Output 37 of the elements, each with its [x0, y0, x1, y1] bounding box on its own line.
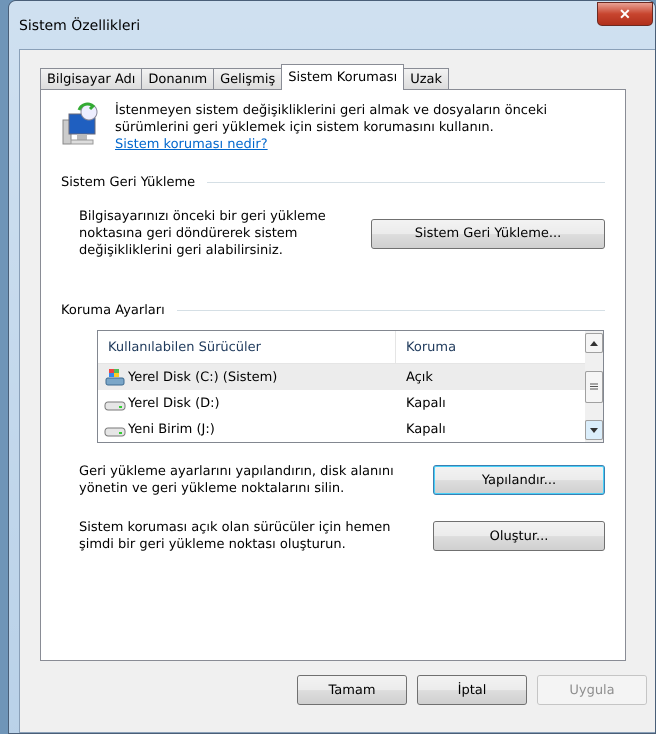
protection-status: Açık — [406, 370, 433, 384]
scroll-down-icon[interactable] — [590, 428, 598, 432]
help-link[interactable]: Sistem koruması nedir? — [115, 137, 268, 152]
protection-status: Kapalı — [406, 396, 446, 410]
section-title: Sistem Geri Yükleme — [61, 175, 196, 190]
column-header[interactable]: Koruma — [396, 331, 584, 363]
tab[interactable]: Uzak — [403, 68, 450, 90]
tab[interactable]: Gelişmiş — [213, 68, 282, 90]
system-drive-icon — [104, 367, 126, 387]
intro-text: İstenmeyen sistem değişikliklerini geri almak ve dosyaların önceki sürümlerini geri yüklemek için sistem korumasını kullanın. Sistem koruması nedir? — [115, 102, 548, 153]
scrollbar[interactable] — [585, 331, 603, 442]
drive-name: Yerel Disk (D:) — [128, 396, 220, 410]
drive-row[interactable]: Yerel Disk (D:) Kapalı — [98, 390, 585, 416]
close-button[interactable]: ✕ — [597, 2, 653, 26]
configure-button[interactable]: Yapılandır... — [433, 465, 605, 495]
tab[interactable]: Sistem Koruması — [281, 64, 404, 90]
drive-icon — [104, 427, 126, 437]
window-title: Sistem Özellikleri — [19, 18, 140, 34]
drive-row[interactable]: Yeni Birim (J:) Kapalı — [98, 416, 585, 442]
dialog-button[interactable]: İptal — [417, 675, 527, 705]
grip-icon[interactable] — [590, 383, 598, 390]
section-title: Koruma Ayarları — [61, 303, 165, 318]
dialog-button[interactable]: Tamam — [297, 675, 407, 705]
action-description: Geri yükleme ayarlarını yapılandırın, disk alanını yönetin ve geri yükleme noktalarını silin. — [79, 463, 395, 497]
protection-status: Kapalı — [406, 422, 446, 436]
drive-name: Yeni Birim (J:) — [128, 422, 215, 436]
action-description: Sistem koruması açık olan sürücüler için hemen şimdi bir geri yükleme noktası oluşturun. — [79, 519, 392, 553]
system-restore-button[interactable]: Sistem Geri Yükleme... — [371, 218, 605, 248]
drive-icon — [104, 401, 126, 411]
column-header[interactable]: Kullanılabilen Sürücüler — [98, 331, 396, 363]
tab[interactable]: Donanım — [141, 68, 214, 90]
tab[interactable]: Bilgisayar Adı — [40, 68, 142, 90]
scroll-up-icon[interactable] — [590, 340, 598, 346]
restore-description: Bilgisayarınızı önceki bir geri yükleme noktasına geri döndürerek sistem değişikliklerini geri alabilirsiniz. — [79, 208, 327, 259]
drive-row[interactable]: Yerel Disk (C:) (Sistem) Açık — [98, 364, 585, 390]
create-button[interactable]: Oluştur... — [433, 521, 605, 551]
drive-name: Yerel Disk (C:) (Sistem) — [128, 370, 278, 384]
